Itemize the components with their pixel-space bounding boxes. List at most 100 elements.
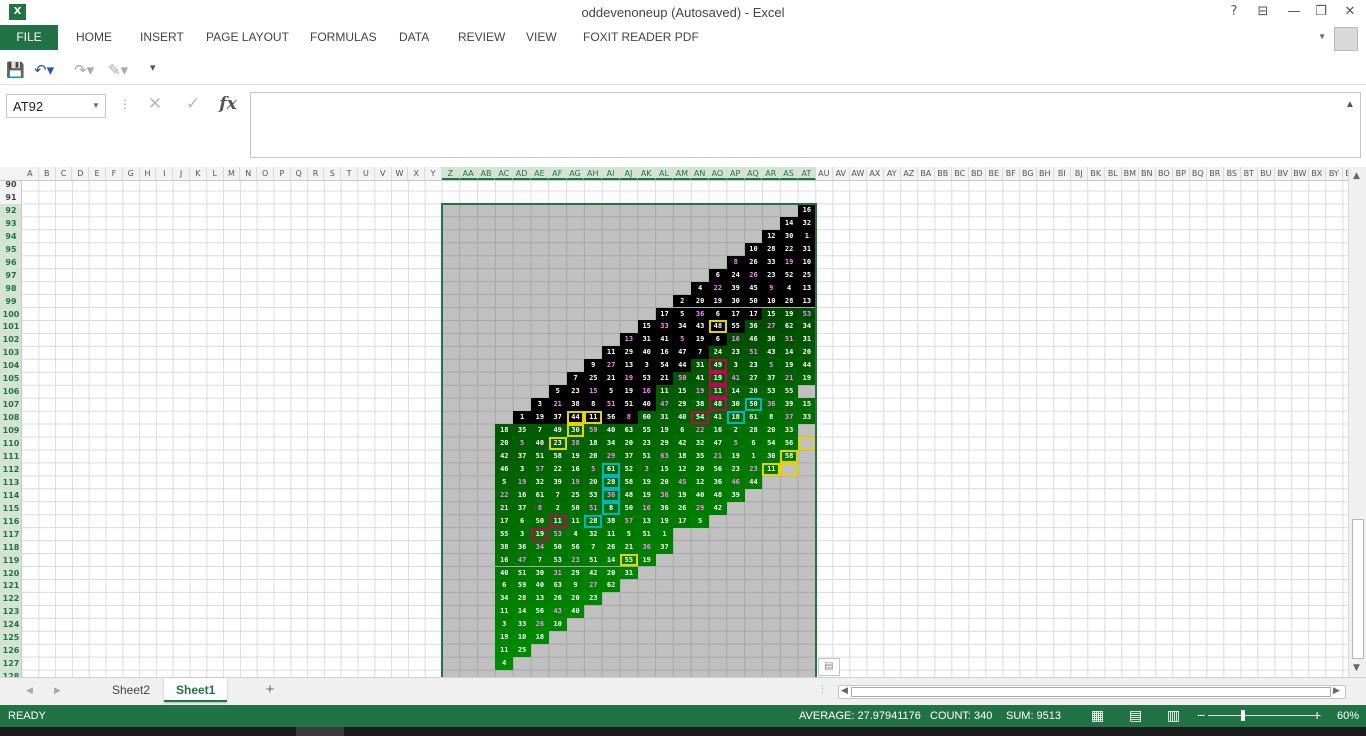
- column-header[interactable]: BF: [1003, 167, 1020, 180]
- column-header[interactable]: AM: [673, 167, 692, 180]
- row-header[interactable]: 110: [0, 437, 21, 450]
- column-header[interactable]: BS: [1224, 167, 1241, 180]
- column-header[interactable]: AD: [513, 167, 531, 180]
- column-header[interactable]: Y: [425, 167, 442, 180]
- row-header[interactable]: 123: [0, 605, 21, 619]
- row-header[interactable]: 114: [0, 488, 21, 502]
- row-header[interactable]: 128: [0, 670, 21, 677]
- row-header[interactable]: 107: [0, 398, 21, 412]
- column-header[interactable]: AY: [884, 167, 901, 180]
- minimize-button[interactable]: —: [1281, 2, 1307, 22]
- row-header[interactable]: 111: [0, 449, 21, 463]
- zoom-level[interactable]: 60%: [1337, 710, 1359, 722]
- column-header[interactable]: AK: [637, 167, 656, 180]
- column-header[interactable]: D: [72, 167, 90, 180]
- row-header[interactable]: 117: [0, 527, 21, 541]
- column-header[interactable]: W: [392, 167, 409, 180]
- name-box[interactable]: AT92: [6, 94, 106, 118]
- normal-view-icon[interactable]: ▦: [1091, 708, 1104, 724]
- undo-icon[interactable]: ↶▾: [34, 61, 54, 79]
- column-header[interactable]: AA: [459, 167, 478, 180]
- column-header[interactable]: AP: [726, 167, 745, 180]
- column-header[interactable]: AJ: [620, 167, 638, 180]
- column-header[interactable]: U: [358, 167, 375, 180]
- row-header[interactable]: 121: [0, 579, 21, 593]
- column-header[interactable]: BM: [1122, 167, 1139, 180]
- column-header[interactable]: BC: [952, 167, 969, 180]
- taskbar-excel-button[interactable]: [296, 727, 344, 736]
- column-header[interactable]: R: [308, 167, 325, 180]
- zoom-slider-knob[interactable]: [1240, 710, 1245, 721]
- tab-review[interactable]: REVIEW: [458, 30, 505, 44]
- column-header[interactable]: AH: [584, 167, 603, 180]
- row-header[interactable]: 105: [0, 372, 21, 386]
- page-layout-view-icon[interactable]: ▤: [1129, 708, 1142, 724]
- zoom-in-icon[interactable]: +: [1313, 707, 1321, 723]
- row-header[interactable]: 115: [0, 501, 21, 515]
- column-header[interactable]: AT: [798, 167, 816, 180]
- row-header[interactable]: 113: [0, 475, 21, 489]
- column-header[interactable]: I: [156, 167, 174, 180]
- row-header[interactable]: 104: [0, 359, 21, 373]
- scroll-right-icon[interactable]: ▶: [1333, 686, 1340, 696]
- column-header[interactable]: BO: [1156, 167, 1173, 180]
- column-header[interactable]: BX: [1309, 167, 1326, 180]
- new-sheet-button[interactable]: +: [252, 678, 288, 702]
- column-header[interactable]: AI: [602, 167, 620, 180]
- tab-split-grip-icon[interactable]: ⋮: [818, 685, 827, 695]
- row-header[interactable]: 91: [0, 191, 21, 204]
- vertical-scrollbar[interactable]: ▲ ▼: [1348, 167, 1366, 677]
- row-header[interactable]: 120: [0, 566, 21, 580]
- column-header[interactable]: AB: [477, 167, 496, 180]
- row-header[interactable]: 122: [0, 592, 21, 606]
- zoom-slider[interactable]: [1208, 715, 1314, 716]
- column-header[interactable]: AF: [548, 167, 567, 180]
- row-header[interactable]: 90: [0, 181, 21, 191]
- column-header[interactable]: AG: [566, 167, 585, 180]
- column-header[interactable]: BK: [1088, 167, 1105, 180]
- row-header[interactable]: 103: [0, 346, 21, 360]
- tab-view[interactable]: VIEW: [526, 30, 557, 44]
- column-header[interactable]: X: [408, 167, 426, 180]
- ribbon-display-options-button[interactable]: ⊟: [1250, 2, 1276, 22]
- row-header[interactable]: 96: [0, 255, 21, 269]
- column-header[interactable]: BH: [1037, 167, 1054, 180]
- tab-formulas[interactable]: FORMULAS: [310, 30, 377, 44]
- column-header[interactable]: BY: [1326, 167, 1343, 180]
- column-header[interactable]: N: [240, 167, 258, 180]
- save-icon[interactable]: 💾: [6, 61, 25, 79]
- column-header[interactable]: BA: [918, 167, 935, 180]
- quick-analysis-icon[interactable]: ▤: [817, 658, 840, 677]
- column-header[interactable]: BP: [1173, 167, 1190, 180]
- next-sheet-icon[interactable]: ▶: [54, 686, 61, 696]
- column-header[interactable]: BU: [1258, 167, 1275, 180]
- row-header[interactable]: 119: [0, 553, 21, 567]
- column-header[interactable]: E: [89, 167, 106, 180]
- enter-entry-icon[interactable]: ✓: [180, 94, 206, 118]
- column-header[interactable]: AQ: [744, 167, 763, 180]
- scroll-up-icon[interactable]: ▲: [1353, 171, 1360, 181]
- column-header[interactable]: AE: [531, 167, 549, 180]
- scroll-left-icon[interactable]: ◀: [841, 686, 848, 696]
- row-header[interactable]: 94: [0, 229, 21, 243]
- column-header[interactable]: BT: [1241, 167, 1258, 180]
- selection-outline[interactable]: [441, 202, 817, 677]
- column-header[interactable]: BD: [969, 167, 986, 180]
- sheet-tab-sheet2[interactable]: Sheet2: [100, 678, 162, 702]
- column-header[interactable]: Q: [291, 167, 308, 180]
- column-header[interactable]: BG: [1020, 167, 1037, 180]
- column-header[interactable]: Z: [442, 167, 460, 180]
- column-header[interactable]: A: [22, 167, 39, 180]
- tab-foxit-reader-pdf[interactable]: FOXIT READER PDF: [583, 30, 699, 44]
- column-header[interactable]: BE: [986, 167, 1003, 180]
- row-header[interactable]: 93: [0, 216, 21, 230]
- column-header[interactable]: BJ: [1071, 167, 1088, 180]
- row-header[interactable]: 95: [0, 242, 21, 256]
- column-header[interactable]: H: [140, 167, 157, 180]
- row-header[interactable]: 99: [0, 294, 21, 308]
- user-avatar[interactable]: [1334, 27, 1358, 51]
- horizontal-scroll-thumb[interactable]: [851, 687, 1331, 697]
- column-header[interactable]: AW: [850, 167, 867, 180]
- column-header[interactable]: P: [274, 167, 291, 180]
- help-button[interactable]: ?: [1221, 2, 1247, 22]
